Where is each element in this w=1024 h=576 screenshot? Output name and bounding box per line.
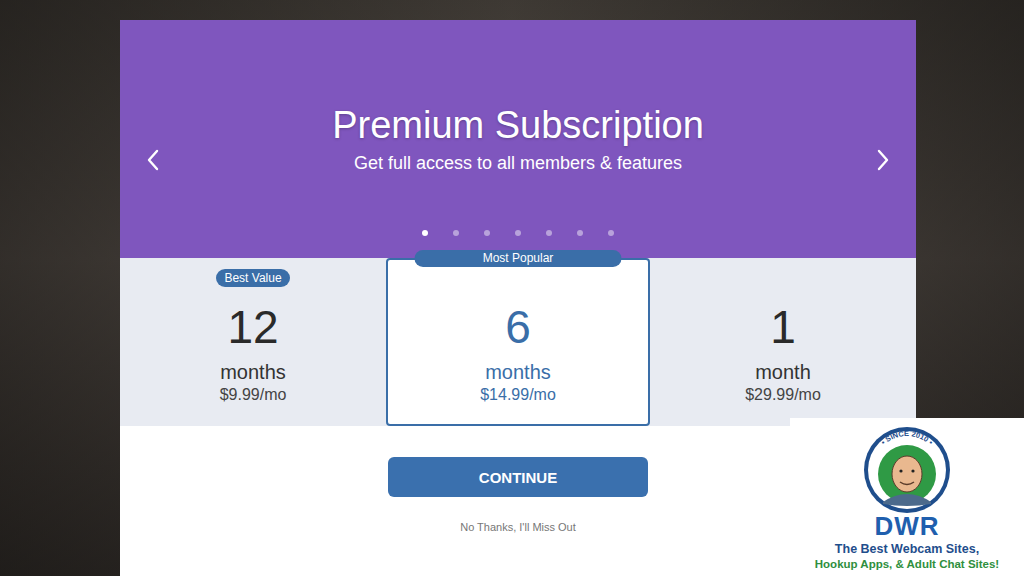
plan-badge: Best Value [216, 269, 289, 287]
tagline-line: Hookup Apps, & Adult Chat Sites! [815, 557, 999, 572]
dwr-brand: DWR [874, 512, 939, 540]
chevron-left-icon[interactable] [146, 148, 160, 172]
carousel-title: Premium Subscription [332, 102, 704, 148]
decline-link[interactable]: No Thanks, I'll Miss Out [460, 521, 576, 533]
chevron-right-icon[interactable] [876, 148, 890, 172]
plan-option[interactable]: Most Popular6months$14.99/mo [386, 258, 650, 426]
plan-price: $29.99/mo [745, 385, 821, 405]
tagline-line: The Best Webcam Sites, [835, 542, 979, 557]
plan-months: 1 [770, 301, 796, 353]
plan-price: $14.99/mo [480, 385, 556, 405]
plan-unit: month [755, 360, 811, 384]
plan-list: Best Value12months$9.99/moMost Popular6m… [120, 258, 916, 426]
plan-months: 6 [505, 301, 531, 353]
page: Premium Subscription Get full access to a… [0, 0, 1024, 576]
since-text: • SINCE 2010 • [879, 429, 935, 447]
plan-option[interactable]: 1 month$29.99/mo [650, 258, 916, 426]
continue-button[interactable]: CONTINUE [388, 457, 648, 497]
mascot-face-icon: • SINCE 2010 • [859, 424, 955, 516]
dwr-watermark: • SINCE 2010 • DWR The Best Webcam Sites,H… [790, 418, 1024, 576]
plan-option[interactable]: Best Value 12 months$9.99/mo [120, 258, 386, 426]
most-popular-badge: Most Popular [415, 250, 622, 267]
carousel-dot[interactable] [577, 230, 583, 236]
plan-unit: months [485, 360, 551, 384]
carousel-dot[interactable] [546, 230, 552, 236]
plan-price: $9.99/mo [220, 385, 287, 405]
plan-months: 12 [227, 301, 278, 353]
carousel-dot[interactable] [453, 230, 459, 236]
plan-unit: months [220, 360, 286, 384]
carousel-header: Premium Subscription Get full access to a… [120, 20, 916, 258]
carousel-dot[interactable] [422, 230, 428, 236]
carousel-subtitle: Get full access to all members & feature… [354, 151, 682, 175]
carousel-dot[interactable] [515, 230, 521, 236]
carousel-dots [422, 230, 614, 236]
carousel-dot[interactable] [608, 230, 614, 236]
carousel-dot[interactable] [484, 230, 490, 236]
